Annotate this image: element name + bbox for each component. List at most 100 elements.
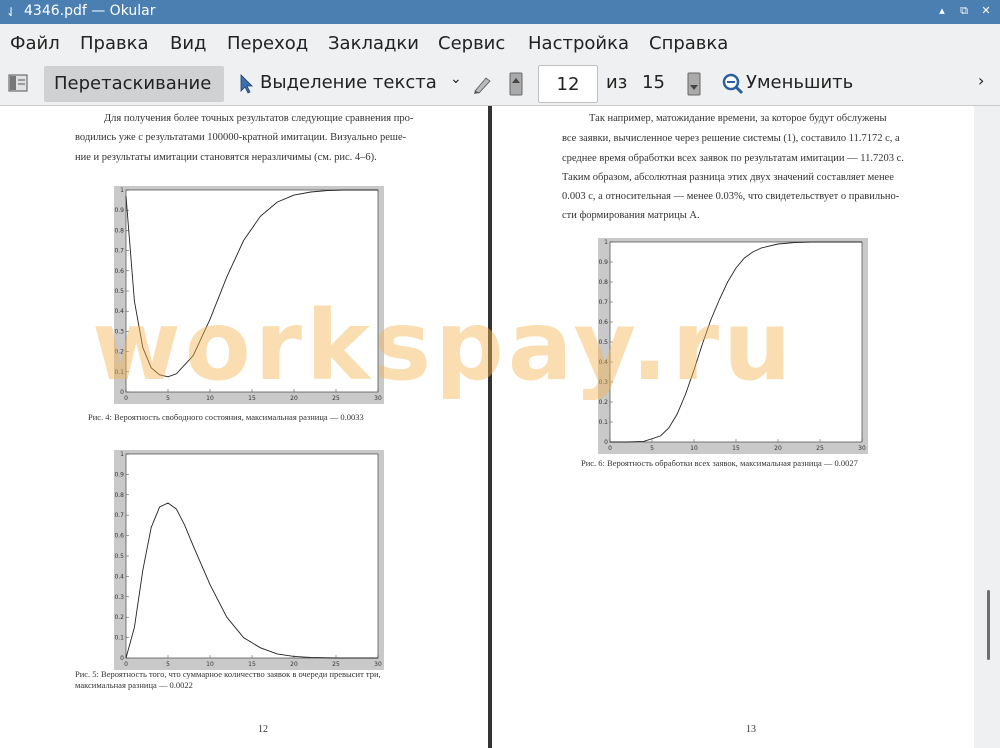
toolbar: Перетаскивание Выделение текста ⌄ из 15 … <box>0 62 1000 106</box>
x-tick-label: 30 <box>374 395 382 402</box>
x-tick-label: 0 <box>124 395 128 402</box>
text-select-tool-button[interactable]: Выделение текста <box>260 72 437 93</box>
figure-4-plot: 0 5 10 15 20 25 30 0 0.1 0.2 0.3 0.4 0.5 0.6 0.7 0.8 0.9… <box>114 186 384 404</box>
figure-5-caption: максимальная разница — 0.0022 <box>75 680 193 690</box>
y-tick-label: 0 <box>120 655 124 662</box>
right-text-line: среднее время обработки всех заявок по р… <box>562 153 904 164</box>
y-tick-label: 0.2 <box>598 399 608 406</box>
y-tick-label: 0.3 <box>114 594 124 601</box>
y-tick-label: 1 <box>604 239 608 246</box>
y-tick-label: 0 <box>604 439 608 446</box>
menu-file[interactable]: Файл <box>10 33 60 54</box>
y-tick-label: 0.3 <box>114 328 124 335</box>
page-number-13: 13 <box>746 724 756 735</box>
right-text-line: Так например, матожидание времени, за ко… <box>589 113 887 124</box>
window-title: 4346.pdf — Okular <box>24 3 156 19</box>
cursor-icon <box>238 74 254 94</box>
menu-bookmarks[interactable]: Закладки <box>328 33 419 54</box>
x-tick-label: 5 <box>166 395 170 402</box>
x-tick-label: 15 <box>248 661 256 668</box>
zoom-out-button[interactable]: Уменьшить <box>746 72 853 93</box>
maximize-icon[interactable]: ⧉ <box>956 3 972 19</box>
x-tick-label: 20 <box>774 445 782 452</box>
x-tick-label: 0 <box>608 445 612 452</box>
y-tick-label: 0.5 <box>114 288 124 295</box>
y-tick-label: 0.8 <box>598 279 608 286</box>
browse-tool-button[interactable]: Перетаскивание <box>44 66 224 102</box>
x-tick-label: 15 <box>248 395 256 402</box>
y-tick-label: 0.6 <box>114 533 124 540</box>
y-tick-label: 0.5 <box>114 553 124 560</box>
figure-5-plot: 0 5 10 15 20 25 30 0 0.1 0.2 0.3 0.4 0.5 0.6 0.7 0.8 0.9… <box>114 450 384 670</box>
menu-settings[interactable]: Настройка <box>528 33 629 54</box>
figure-5-caption: Рис. 5: Вероятность того, что суммарное … <box>75 669 381 679</box>
y-tick-label: 0.4 <box>598 359 608 366</box>
pdf-page-13: Так например, матожидание времени, за ко… <box>492 106 974 748</box>
y-tick-label: 1 <box>120 451 124 458</box>
figure-6-plot: 0 5 10 15 20 25 30 0 0.1 0.2 0.3 0.4 0.5 0.6 0.7 0.8 0.9… <box>598 238 868 454</box>
x-tick-label: 25 <box>816 445 824 452</box>
right-text-line: 0.003 с, а относительная — менее 0.03%, … <box>562 191 900 202</box>
y-tick-label: 0.7 <box>598 299 608 306</box>
x-tick-label: 0 <box>124 661 128 668</box>
y-tick-label: 0.7 <box>114 248 124 255</box>
x-tick-label: 5 <box>166 661 170 668</box>
left-text-line: ние и результаты имитации становятся нер… <box>75 152 377 163</box>
y-tick-label: 0.1 <box>598 419 608 426</box>
document-view[interactable]: Для получения более точных результатов с… <box>0 106 1000 748</box>
right-text-line: сти формирования матрицы A. <box>562 210 700 221</box>
x-tick-label: 15 <box>732 445 740 452</box>
figure-4-caption: Рис. 4: Вероятность свободного состояния… <box>88 412 364 422</box>
x-tick-label: 5 <box>650 445 654 452</box>
y-tick-label: 0.6 <box>114 268 124 275</box>
y-tick-label: 0.3 <box>598 379 608 386</box>
page-number-input[interactable] <box>538 65 598 103</box>
chevron-down-icon[interactable]: ⌄ <box>450 71 462 87</box>
next-page-icon[interactable] <box>686 72 702 96</box>
menu-edit[interactable]: Правка <box>80 33 149 54</box>
chevron-right-icon[interactable]: › <box>978 71 984 90</box>
plot-area <box>125 453 379 659</box>
x-tick-label: 25 <box>332 661 340 668</box>
zoom-out-icon[interactable] <box>722 73 744 95</box>
menu-bar: Файл Правка Вид Переход Закладки Сервис … <box>0 24 1000 62</box>
x-tick-label: 25 <box>332 395 340 402</box>
close-icon[interactable]: ✕ <box>978 3 994 19</box>
plot-area <box>125 189 379 393</box>
y-tick-label: 0.9 <box>598 259 608 266</box>
figure-6-caption: Рис. 6: Вероятность обработки всех заяво… <box>581 458 858 468</box>
menu-view[interactable]: Вид <box>170 33 207 54</box>
sidebar-toggle-icon[interactable] <box>8 74 28 92</box>
y-tick-label: 0.7 <box>114 512 124 519</box>
menu-help[interactable]: Справка <box>649 33 728 54</box>
x-tick-label: 10 <box>206 661 214 668</box>
x-tick-label: 20 <box>290 661 298 668</box>
x-tick-label: 10 <box>690 445 698 452</box>
vertical-scrollbar[interactable] <box>974 106 1000 748</box>
y-tick-label: 0.9 <box>114 207 124 214</box>
menu-go[interactable]: Переход <box>227 33 308 54</box>
y-tick-label: 0.8 <box>114 227 124 234</box>
x-tick-label: 30 <box>374 661 382 668</box>
y-tick-label: 0.2 <box>114 614 124 621</box>
y-tick-label: 0.1 <box>114 635 124 642</box>
scrollbar-handle[interactable] <box>987 590 990 660</box>
y-tick-label: 0.9 <box>114 471 124 478</box>
menu-tools[interactable]: Сервис <box>438 33 505 54</box>
annotate-icon[interactable] <box>472 73 494 95</box>
y-tick-label: 1 <box>120 187 124 194</box>
minimize-icon[interactable]: ▴ <box>934 3 950 19</box>
y-tick-label: 0.4 <box>114 308 124 315</box>
x-tick-label: 20 <box>290 395 298 402</box>
right-text-line: Таким образом, абсолютная разница этих д… <box>562 172 894 183</box>
page-of-label: из <box>606 72 628 93</box>
y-tick-label: 0.1 <box>114 369 124 376</box>
page-number-12: 12 <box>258 724 268 735</box>
pdf-page-12: Для получения более точных результатов с… <box>0 106 488 748</box>
left-text-line: водились уже с результатами 100000-кратн… <box>75 132 407 143</box>
right-text-line: все заявки, вычисленное через решение си… <box>562 133 900 144</box>
previous-page-icon[interactable] <box>508 72 524 96</box>
total-pages-label: 15 <box>642 72 665 93</box>
x-tick-label: 10 <box>206 395 214 402</box>
y-tick-label: 0 <box>120 389 124 396</box>
